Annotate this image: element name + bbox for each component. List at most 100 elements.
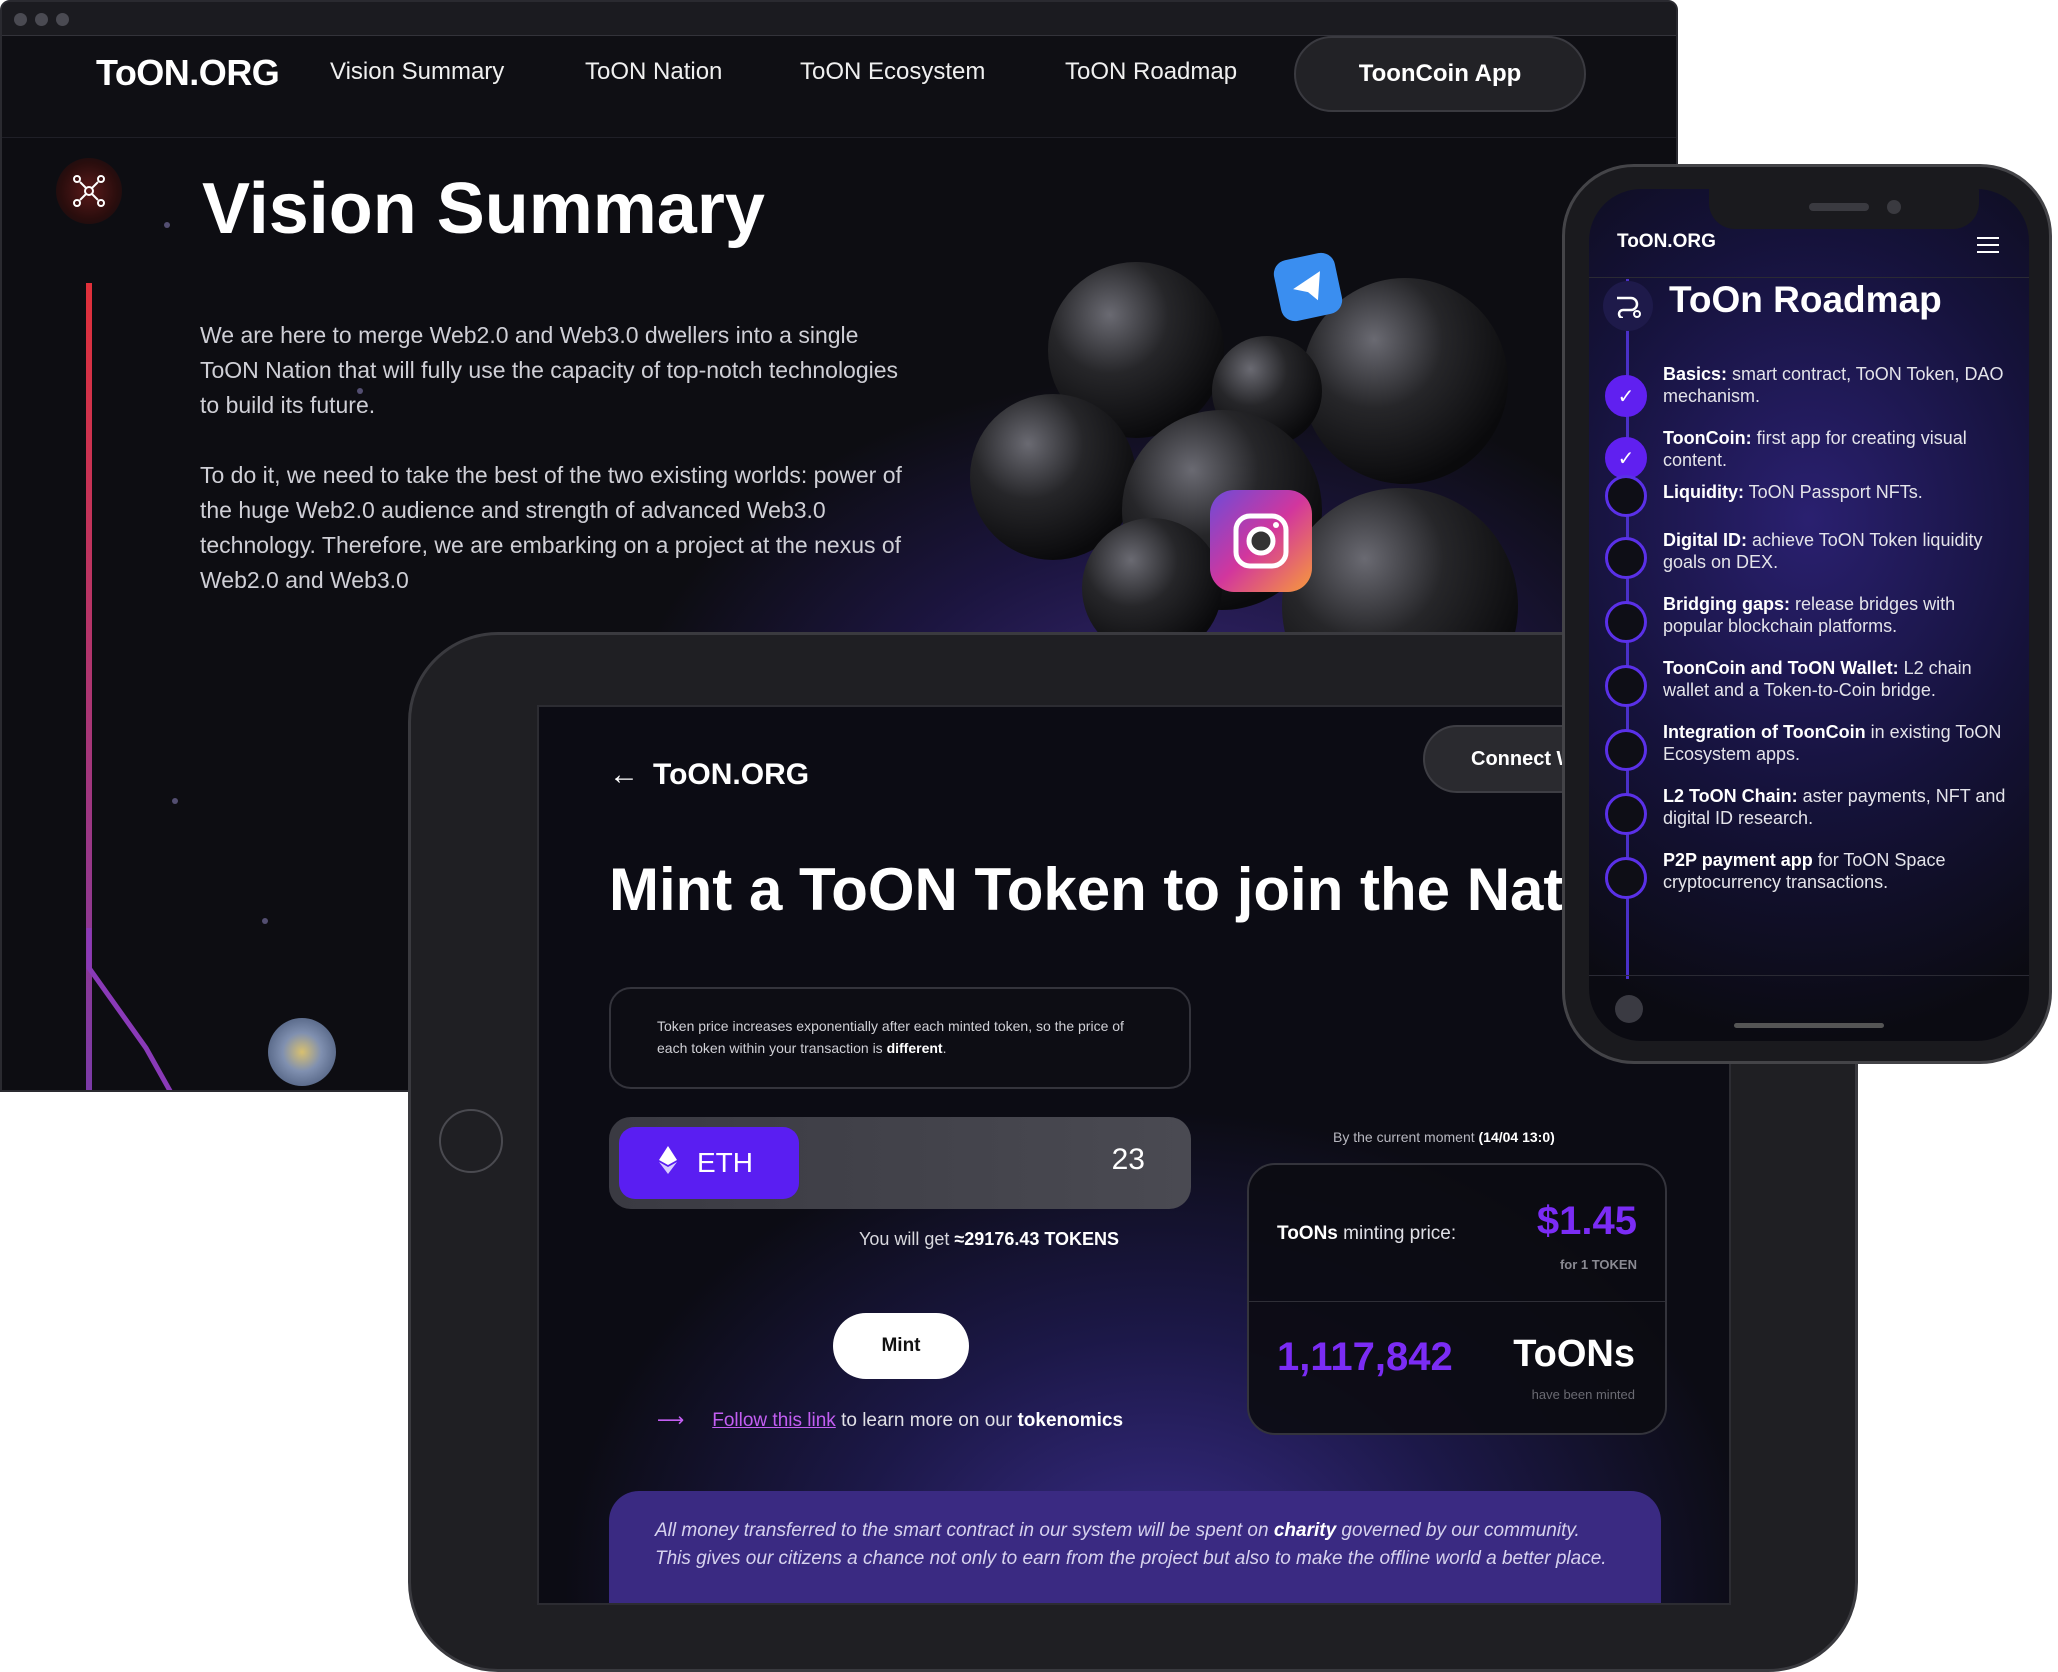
notice-end: . (942, 1040, 947, 1056)
window-titlebar (2, 2, 1676, 36)
moment-value: (14/04 13:0) (1478, 1129, 1555, 1145)
network-icon (56, 158, 122, 224)
window-minimize-dot[interactable] (35, 13, 48, 26)
star-dot (262, 918, 268, 924)
coin-decoration (268, 1018, 336, 1086)
phone-notch (1709, 189, 1979, 229)
price-per: for 1 TOKEN (1559, 1257, 1637, 1272)
currency-label: ETH (697, 1147, 753, 1178)
roadmap-title: ToOn Roadmap (1669, 279, 1942, 320)
item-bold: Liquidity: (1663, 482, 1744, 502)
milestone-marker (1605, 729, 1647, 771)
check-icon: ✓ (1617, 447, 1635, 470)
chart-icon[interactable] (1615, 995, 1643, 1023)
roadmap-icon (1603, 281, 1653, 331)
notice-bold: different (886, 1040, 943, 1056)
arrow-right-icon: ⟶ (657, 1410, 685, 1431)
follow-link[interactable]: Follow this link (712, 1410, 836, 1431)
stats-divider (1249, 1301, 1665, 1302)
window-maximize-dot[interactable] (56, 13, 69, 26)
roadmap-item: ToonCoin: first app for creating visual … (1663, 427, 2019, 471)
phone-camera (1887, 200, 1901, 214)
price-label-text: minting price: (1337, 1223, 1457, 1244)
amount-value[interactable]: 23 (1112, 1143, 1145, 1177)
item-bold: P2P payment app (1663, 850, 1813, 870)
price-label: ToONs minting price: (1277, 1223, 1456, 1245)
minted-unit: ToONs (1513, 1333, 1635, 1375)
price-label-bold: ToONs (1277, 1223, 1338, 1244)
back-arrow-icon[interactable]: ← (609, 758, 639, 791)
vision-paragraph-1: We are here to merge Web2.0 and Web3.0 d… (200, 322, 899, 418)
tokens-estimate: You will get ≈29176.43 TOKENS (859, 1229, 1119, 1250)
milestone-marker (1605, 665, 1647, 707)
item-bold: L2 ToON Chain: (1663, 786, 1798, 806)
mint-button[interactable]: Mint (833, 1313, 969, 1379)
roadmap-screen: ToON.ORG ToOn Roadmap ✓ Basics: smart co… (1589, 189, 2029, 1041)
home-indicator (1734, 1023, 1884, 1028)
milestone-marker: ✓ (1605, 375, 1647, 417)
item-text: ToON Passport NFTs. (1743, 482, 1923, 502)
current-moment: By the current moment (14/04 13:0) (1333, 1129, 1555, 1145)
telegram-icon (1271, 250, 1345, 324)
milestone-marker: ✓ (1605, 437, 1647, 479)
roadmap-item: ToonCoin and ToON Wallet: L2 chain walle… (1663, 657, 2019, 701)
price-value: $1.45 (1536, 1199, 1637, 1243)
phone-device: ToON.ORG ToOn Roadmap ✓ Basics: smart co… (1562, 164, 2052, 1064)
star-dot (172, 798, 178, 804)
nav-vision-summary[interactable]: Vision Summary (330, 58, 504, 86)
milestone-marker (1605, 475, 1647, 517)
item-bold: ToonCoin: (1663, 428, 1752, 448)
item-bold: Bridging gaps: (1663, 594, 1790, 614)
footer-divider (1589, 975, 2029, 976)
ethereum-icon (659, 1145, 677, 1181)
roadmap-item: L2 ToON Chain: aster payments, NFT and d… (1663, 785, 2019, 829)
phone-logo[interactable]: ToON.ORG (1617, 231, 1716, 253)
minting-stats-card: ToONs minting price: $1.45 for 1 TOKEN 1… (1247, 1163, 1667, 1435)
roadmap-item: Liquidity: ToON Passport NFTs. (1663, 481, 2019, 503)
estimate-value: ≈29176.43 TOKENS (954, 1229, 1120, 1249)
price-notice: Token price increases exponentially afte… (609, 987, 1191, 1089)
item-bold: Basics: (1663, 364, 1728, 384)
mint-title: Mint a ToON Token to join the Natio (609, 856, 1617, 923)
vision-paragraph-2: To do it, we need to take the best of th… (200, 462, 902, 593)
item-bold: Digital ID: (1663, 530, 1747, 550)
tooncoin-app-button[interactable]: ToonCoin App (1294, 36, 1586, 112)
charity-bold: charity (1273, 1520, 1337, 1541)
milestone-marker (1605, 601, 1647, 643)
nav-toon-nation[interactable]: ToON Nation (585, 58, 722, 86)
currency-selector[interactable]: ETH (619, 1127, 799, 1199)
mint-screen: ← ToON.ORG Connect W Mint a ToON Token to… (537, 705, 1731, 1605)
estimate-prefix: You will get (859, 1229, 955, 1249)
header-divider (1589, 277, 2029, 278)
star-dot (357, 388, 363, 394)
moment-prefix: By the current moment (1333, 1129, 1479, 1145)
site-logo[interactable]: ToON.ORG (96, 52, 280, 94)
tokenomics-line: ⟶ Follow this link to learn more on our t… (657, 1409, 1123, 1432)
charity-text-1: All money transferred to the smart contr… (655, 1520, 1274, 1541)
roadmap-item: P2P payment app for ToON Space cryptocur… (1663, 849, 2019, 893)
window-close-dot[interactable] (14, 13, 27, 26)
milestone-marker (1605, 857, 1647, 899)
check-icon: ✓ (1617, 385, 1635, 408)
milestone-marker (1605, 793, 1647, 835)
star-dot (164, 222, 170, 228)
roadmap-item: Bridging gaps: release bridges with popu… (1663, 593, 2019, 637)
minted-label: have been minted (1531, 1387, 1635, 1402)
roadmap-item: Basics: smart contract, ToON Token, DAO … (1663, 363, 2019, 407)
roadmap-item: Integration of ToonCoin in existing ToON… (1663, 721, 2019, 765)
item-bold: ToonCoin and ToON Wallet: (1663, 658, 1899, 678)
timeline-branch (86, 928, 173, 1090)
instagram-icon (1210, 490, 1312, 592)
follow-text: to learn more on our (835, 1410, 1018, 1431)
mint-logo[interactable]: ToON.ORG (653, 758, 809, 791)
top-navbar: ToON.ORG Vision Summary ToON Nation ToON… (2, 36, 1676, 138)
tablet-home-button[interactable] (439, 1109, 503, 1173)
minted-count: 1,117,842 (1277, 1335, 1453, 1379)
nav-toon-roadmap[interactable]: ToON Roadmap (1065, 58, 1237, 86)
menu-icon[interactable] (1977, 237, 1999, 253)
milestone-marker (1605, 537, 1647, 579)
nav-toon-ecosystem[interactable]: ToON Ecosystem (800, 58, 985, 86)
roadmap-item: Digital ID: achieve ToON Token liquidity… (1663, 529, 2019, 573)
follow-bold: tokenomics (1017, 1410, 1124, 1431)
amount-input-bar[interactable]: ETH 23 (609, 1117, 1191, 1209)
